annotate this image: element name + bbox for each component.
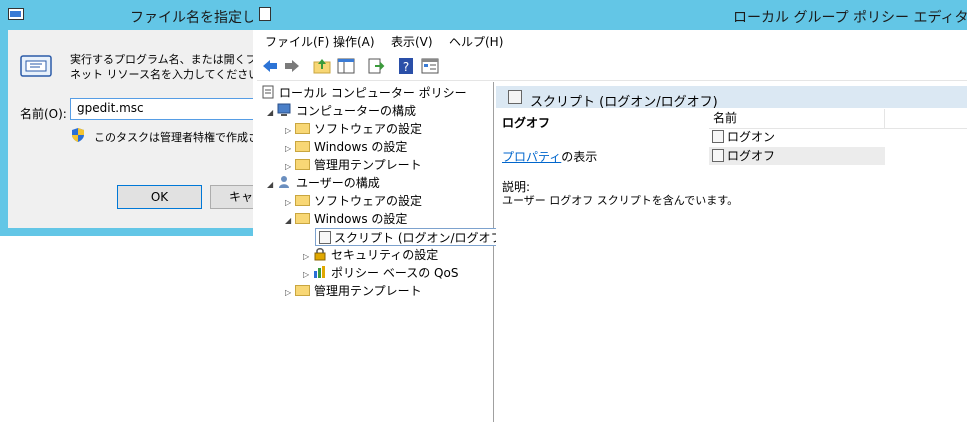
tree-item-user-windows[interactable]: ◢ Windows の設定 [285, 210, 407, 228]
column-header-name[interactable]: 名前 [709, 109, 885, 128]
tree-label-user-admin: 管理用テンプレート [314, 284, 422, 298]
tree-item-computer-admin[interactable]: ▷ 管理用テンプレート [285, 156, 422, 174]
computer-icon [277, 103, 291, 116]
list-header: 名前 [709, 109, 967, 129]
run-description-line2: ネット リソース名を入力してください。 [70, 68, 271, 81]
qos-chart-icon [314, 266, 325, 278]
admin-note: このタスクは管理者特権で作成さ [94, 131, 259, 144]
run-description-line1: 実行するプログラム名、または開くフォル [70, 53, 279, 66]
up-folder-icon[interactable] [313, 57, 331, 75]
help-icon[interactable]: ? [397, 57, 415, 75]
tree-label-computer-admin: 管理用テンプレート [314, 158, 422, 172]
gpedit-window: ローカル グループ ポリシー エディター ファイル(F) 操作(A) 表示(V)… [253, 0, 967, 422]
tree-item-computer-windows[interactable]: ▷ Windows の設定 [285, 138, 407, 156]
script-icon [508, 90, 522, 104]
tree-item-user-config[interactable]: ◢ ユーザーの構成 [267, 174, 380, 192]
expanded-arrow-icon[interactable]: ◢ [267, 176, 277, 194]
gpe-titlebar[interactable]: ローカル グループ ポリシー エディター [253, 0, 967, 30]
collapsed-arrow-icon[interactable]: ▷ [285, 284, 295, 302]
forward-arrow-icon[interactable] [283, 57, 301, 75]
run-description: 実行するプログラム名、または開くフォル ネット リソース名を入力してください。 [70, 52, 279, 82]
expanded-arrow-icon[interactable]: ◢ [267, 104, 277, 122]
details-view-icon[interactable] [421, 57, 439, 75]
tree-label-user-config: ユーザーの構成 [296, 176, 380, 190]
show-hide-tree-icon[interactable] [337, 57, 355, 75]
tree-label-user-windows: Windows の設定 [314, 212, 408, 226]
run-name-input[interactable]: gpedit.msc [70, 98, 270, 120]
tree-item-scripts[interactable]: スクリプト (ログオン/ログオフ) [315, 228, 511, 246]
tree-item-security[interactable]: ▷ セキュリティの設定 [303, 246, 438, 264]
export-list-icon[interactable] [367, 57, 385, 75]
menu-file[interactable]: ファイル(F) [265, 33, 329, 50]
policy-doc-icon [262, 85, 274, 99]
folder-icon [295, 213, 310, 224]
tree-label-user-software: ソフトウェアの設定 [314, 194, 423, 208]
gpe-title: ローカル グループ ポリシー エディター [733, 10, 967, 26]
run-app-icon [8, 8, 24, 20]
ok-button[interactable]: OK [117, 185, 202, 209]
run-program-icon [20, 55, 52, 77]
tree-item-root[interactable]: ローカル コンピューター ポリシー [261, 84, 467, 102]
name-label: 名前(O): [20, 107, 67, 121]
folder-icon [295, 285, 310, 296]
expanded-arrow-icon[interactable]: ◢ [285, 212, 295, 230]
list-item-logoff[interactable]: ログオフ [709, 147, 885, 165]
toolbar [257, 52, 967, 81]
description-text: ユーザー ログオフ スクリプトを含んでいます。 [502, 194, 739, 207]
back-arrow-icon[interactable] [261, 57, 279, 75]
tree-label-security: セキュリティの設定 [331, 248, 439, 262]
tree-label-qos: ポリシー ベースの QoS [331, 266, 459, 280]
menu-action[interactable]: 操作(A) [333, 33, 375, 50]
menu-help[interactable]: ヘルプ(H) [449, 33, 503, 50]
list-item-logon[interactable]: ログオン [709, 128, 885, 146]
run-titlebar[interactable]: ファイル名を指定して [0, 0, 270, 30]
tree-label-computer-config: コンピューターの構成 [296, 104, 417, 118]
security-lock-icon [314, 248, 326, 261]
run-body: 実行するプログラム名、または開くフォル ネット リソース名を入力してください。 … [8, 30, 279, 228]
run-dialog: ファイル名を指定して 実行するプログラム名、または開くフォル ネット リソース名… [0, 0, 279, 236]
list-item-label: ログオフ [727, 149, 776, 163]
tree-label-scripts: スクリプト (ログオン/ログオフ) [334, 231, 508, 245]
script-icon [319, 231, 331, 244]
folder-icon [295, 141, 310, 152]
properties-suffix: の表示 [561, 150, 598, 164]
tree-label-root: ローカル コンピューター ポリシー [279, 86, 467, 100]
tree-item-user-software[interactable]: ▷ ソフトウェアの設定 [285, 192, 422, 210]
svg-text:?: ? [403, 60, 409, 74]
properties-link[interactable]: プロパティ [502, 150, 561, 164]
tree-item-computer-config[interactable]: ◢ コンピューターの構成 [267, 102, 416, 120]
gpe-app-icon [259, 7, 271, 21]
properties-line: プロパティの表示 [502, 148, 597, 165]
folder-icon [295, 123, 310, 134]
folder-icon [295, 159, 310, 170]
tree-label-computer-software: ソフトウェアの設定 [314, 122, 423, 136]
details-title: スクリプト (ログオン/ログオフ) [530, 95, 718, 110]
section-title: ログオフ [502, 116, 551, 130]
user-icon [279, 176, 289, 188]
tree-pane: ローカル コンピューター ポリシー ◢ コンピューターの構成 ▷ ソフトウェアの設… [257, 82, 511, 422]
uac-shield-icon [72, 128, 84, 142]
details-pane: スクリプト (ログオン/ログオフ) ログオフ プロパティの表示 説明: ユーザー… [496, 82, 967, 422]
run-title: ファイル名を指定して [130, 10, 270, 26]
script-icon [712, 130, 724, 143]
tree-item-user-admin[interactable]: ▷ 管理用テンプレート [285, 282, 422, 300]
list-item-label: ログオン [727, 130, 776, 144]
menu-view[interactable]: 表示(V) [391, 33, 433, 50]
tree-item-computer-software[interactable]: ▷ ソフトウェアの設定 [285, 120, 422, 138]
tree-label-computer-windows: Windows の設定 [314, 140, 408, 154]
folder-icon [295, 195, 310, 206]
script-icon [712, 149, 724, 162]
tree-item-qos[interactable]: ▷ ポリシー ベースの QoS [303, 264, 458, 282]
